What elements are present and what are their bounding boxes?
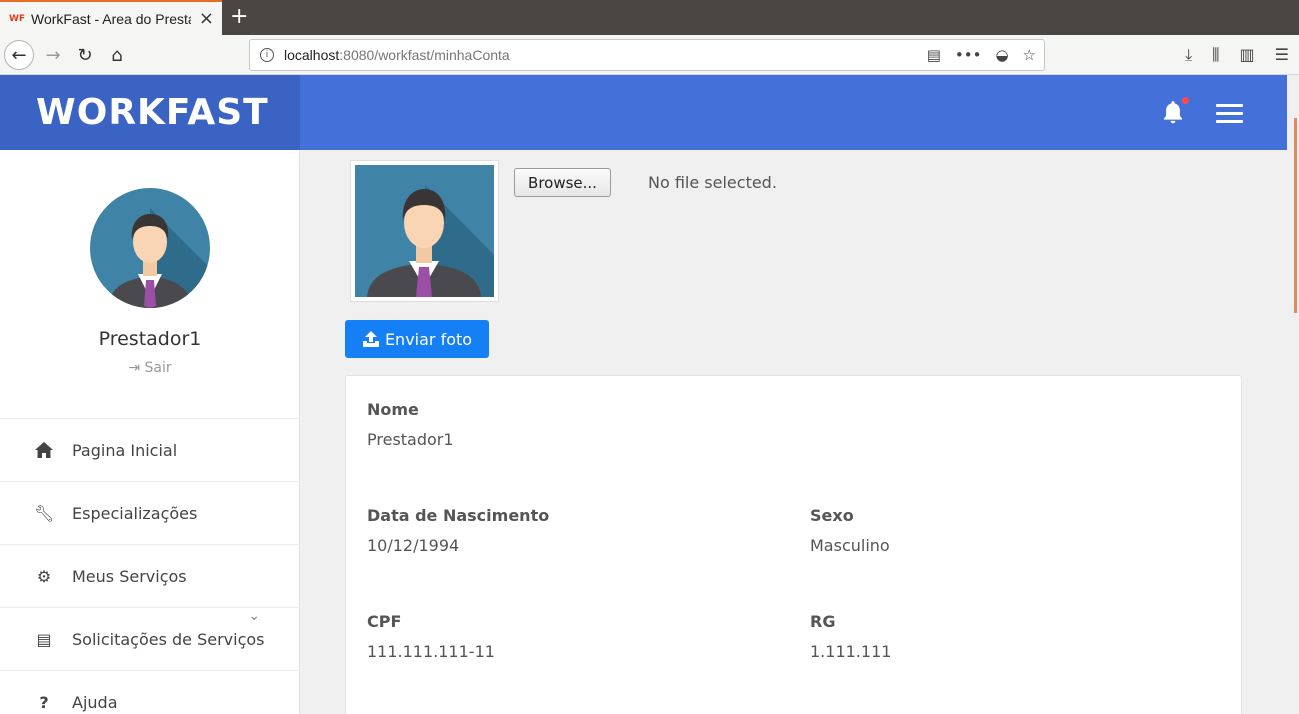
sidebar-item-label: Pagina Inicial <box>72 440 178 460</box>
sidebar-item-ajuda[interactable]: ? Ajuda <box>0 670 300 714</box>
url-host: localhost <box>284 47 340 63</box>
browser-toolbar: ⤓ ⫼ ▥ ☰ <box>1185 45 1289 65</box>
scrollbar-thumb[interactable] <box>1294 118 1297 313</box>
home-icon[interactable]: ⌂ <box>102 40 132 70</box>
list-icon: ▤ <box>36 629 52 649</box>
nome-label: Nome <box>367 400 419 419</box>
page-actions-icon[interactable]: ••• <box>955 46 982 64</box>
question-icon: ? <box>39 692 49 712</box>
profile-photo <box>350 160 499 302</box>
library-icon[interactable]: ⫼ <box>1212 45 1219 65</box>
nascimento-value: 10/12/1994 <box>367 536 460 555</box>
back-arrow-icon[interactable]: ← <box>4 40 34 70</box>
new-tab-icon[interactable]: + <box>230 4 248 30</box>
url-text: localhost:8080/workfast/minhaConta <box>284 47 510 63</box>
profile-details-card: Nome Prestador1 Data de Nascimento 10/12… <box>345 375 1242 714</box>
browser-tabbar: WF WorkFast - Area do Prestador × + <box>0 0 1299 35</box>
sidebar-item-label: Especializações <box>72 503 198 523</box>
site-info-icon[interactable]: i <box>260 48 274 62</box>
url-path: :8080/workfast/minhaConta <box>339 47 510 63</box>
file-status-text: No file selected. <box>648 173 777 192</box>
sidebar-item-especializacoes[interactable]: 🔧︎ Especializações <box>0 481 300 544</box>
upload-button-label: Enviar foto <box>384 329 473 349</box>
pocket-icon[interactable]: ◒ <box>995 46 1008 64</box>
avatar-illustration <box>90 188 210 308</box>
hamburger-menu-icon[interactable] <box>1216 104 1243 124</box>
browse-file-button[interactable]: Browse... <box>514 168 611 197</box>
page-scrollbar[interactable] <box>1287 75 1299 714</box>
browser-tab[interactable]: WF WorkFast - Area do Prestador × <box>0 0 222 35</box>
url-bar[interactable]: i localhost:8080/workfast/minhaConta ▤ •… <box>249 39 1045 71</box>
sidebar-item-solicitacoes[interactable]: ⌄ ▤ Solicitações de Serviços <box>0 607 300 670</box>
reload-icon[interactable]: ↻ <box>70 40 100 70</box>
nascimento-label: Data de Nascimento <box>367 506 550 525</box>
upload-icon <box>362 331 379 347</box>
user-name: Prestador1 <box>98 328 202 350</box>
workfast-favicon-icon: WF <box>8 13 26 24</box>
notification-dot <box>1182 97 1189 104</box>
downloads-icon[interactable]: ⤓ <box>1185 45 1192 65</box>
sign-out-icon: ⇥ <box>128 360 141 376</box>
sexo-value: Masculino <box>810 536 890 555</box>
user-avatar <box>90 188 210 308</box>
sidebar: Prestador1 ⇥ Sair Pagina Inicial 🔧︎ Espe… <box>0 150 300 714</box>
tab-title: WorkFast - Area do Prestador <box>31 10 191 27</box>
sidebar-item-label: Ajuda <box>72 692 118 712</box>
browser-navbar: ← → ↻ ⌂ i localhost:8080/workfast/minhaC… <box>0 35 1299 75</box>
close-tab-icon[interactable]: × <box>199 8 214 29</box>
logout-label: Sair <box>144 360 172 376</box>
hamburger-line <box>1216 120 1243 123</box>
sidebar-item-pagina-inicial[interactable]: Pagina Inicial <box>0 418 300 481</box>
home-icon <box>35 442 53 458</box>
gears-icon: ⚙ <box>36 566 52 586</box>
brand-logo[interactable]: WORKFAST <box>0 75 300 150</box>
logout-link[interactable]: ⇥ Sair <box>0 360 300 376</box>
app-header: WORKFAST <box>0 75 1287 150</box>
upload-photo-button[interactable]: Enviar foto <box>345 320 489 358</box>
reader-view-icon[interactable]: ▤ <box>927 46 941 64</box>
cpf-label: CPF <box>367 612 402 631</box>
sidebar-menu: Pagina Inicial 🔧︎ Especializações ⚙ Meus… <box>0 418 300 714</box>
sexo-label: Sexo <box>810 506 854 525</box>
cpf-value: 111.111.111-11 <box>367 642 495 661</box>
bookmark-star-icon[interactable]: ☆ <box>1023 46 1036 64</box>
menu-icon[interactable]: ☰ <box>1275 45 1289 65</box>
sidebar-item-label: Solicitações de Serviços <box>72 629 265 649</box>
profile-photo-illustration <box>355 165 494 297</box>
url-actions: ▤ ••• ◒ ☆ <box>927 46 1036 64</box>
sidebar-item-meus-servicos[interactable]: ⚙ Meus Serviços <box>0 544 300 607</box>
nome-value: Prestador1 <box>367 430 454 449</box>
sidebar-item-label: Meus Serviços <box>72 566 187 586</box>
sidebar-toggle-icon[interactable]: ▥ <box>1240 45 1255 65</box>
wrench-icon: 🔧︎ <box>34 503 55 523</box>
rg-value: 1.111.111 <box>810 642 892 661</box>
chevron-down-icon: ⌄ <box>248 608 260 624</box>
forward-arrow-icon[interactable]: → <box>38 40 68 70</box>
rg-label: RG <box>810 612 836 631</box>
hamburger-line <box>1216 104 1243 107</box>
hamburger-line <box>1216 112 1243 115</box>
